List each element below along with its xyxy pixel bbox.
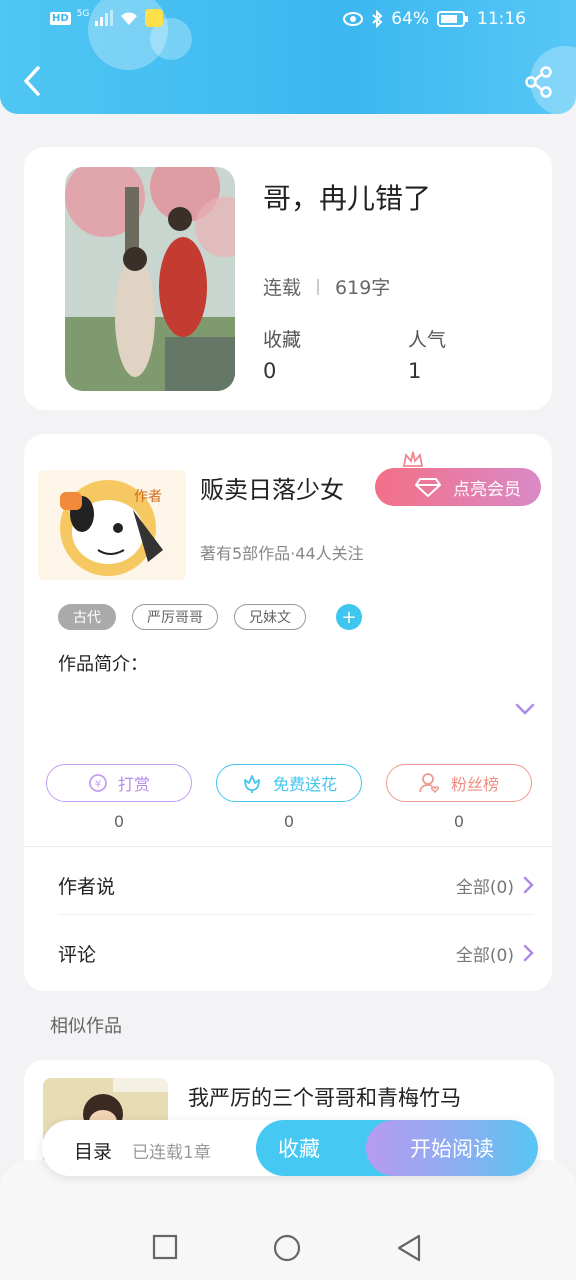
- back-button[interactable]: [18, 64, 46, 98]
- action-counts: 0 0 0: [46, 812, 532, 831]
- section-divider: [24, 846, 552, 847]
- start-reading-button[interactable]: 开始阅读: [366, 1120, 538, 1176]
- header: HD 5G 64% 11:16: [0, 0, 576, 114]
- reward-count: 0: [113, 812, 125, 831]
- tag-list: 古代 严厉哥哥 兄妹文 +: [58, 604, 362, 630]
- tag-item[interactable]: 严厉哥哥: [132, 604, 218, 630]
- chevron-down-icon[interactable]: [514, 702, 536, 716]
- share-button[interactable]: [524, 66, 554, 98]
- author-avatar-image: [38, 470, 186, 580]
- tag-item[interactable]: 古代: [58, 604, 116, 630]
- flower-count: 0: [283, 812, 295, 831]
- popularity-label: 人气: [408, 329, 447, 351]
- chapter-count: 已连载1章: [132, 1143, 211, 1163]
- author-name[interactable]: 贩卖日落少女: [200, 470, 344, 505]
- hd-indicator: HD: [50, 11, 71, 25]
- recent-apps-icon[interactable]: [152, 1234, 178, 1260]
- toc-button[interactable]: 目录: [74, 1137, 112, 1164]
- comments-title: 评论: [58, 943, 97, 966]
- author-stats: 著有5部作品·44人关注: [200, 544, 364, 563]
- reward-button[interactable]: ¥ 打赏: [46, 764, 192, 802]
- author-says-title: 作者说: [58, 875, 116, 898]
- author-badge: 作者: [134, 489, 162, 505]
- book-meta: 连载 619字: [263, 273, 390, 300]
- app-notification-icon: [145, 9, 164, 27]
- start-reading-label: 开始阅读: [410, 1137, 494, 1161]
- author-avatar[interactable]: 作者: [38, 470, 186, 580]
- book-info-card: 哥，冉儿错了 连载 619字 收藏 0 人气 1: [24, 147, 552, 410]
- meta-divider: [317, 278, 320, 295]
- battery-percent: 64%: [391, 9, 429, 29]
- action-row: ¥ 打赏 免费送花 粉丝榜: [46, 764, 532, 802]
- favorite-button-label: 收藏: [278, 1137, 320, 1161]
- reward-label: 打赏: [117, 775, 150, 794]
- add-tag-button[interactable]: +: [336, 604, 362, 630]
- clock: 11:16: [477, 9, 526, 29]
- user-heart-icon: [419, 773, 440, 794]
- share-icon: [525, 66, 552, 98]
- author-card: 作者 贩卖日落少女 著有5部作品·44人关注 点亮会员 古代 严厉哥哥 兄妹文 …: [24, 434, 552, 991]
- home-icon[interactable]: [273, 1234, 301, 1262]
- tag-item[interactable]: 兄妹文: [234, 604, 306, 630]
- fans-count: 0: [453, 812, 465, 831]
- author-says-count: 全部(0): [455, 877, 514, 898]
- book-cover-image[interactable]: [65, 167, 235, 391]
- svg-text:¥: ¥: [95, 779, 101, 790]
- diamond-icon: [415, 478, 441, 497]
- system-nav-bar: [0, 1160, 576, 1280]
- row-divider: [58, 914, 534, 915]
- wifi-icon: [121, 12, 138, 25]
- eye-icon: [343, 12, 364, 26]
- network-type: 5G: [76, 9, 90, 19]
- crown-icon: [402, 451, 424, 467]
- signal-icon: [95, 10, 114, 26]
- favorites-label: 收藏: [263, 329, 302, 351]
- send-flower-button[interactable]: 免费送花: [216, 764, 362, 802]
- chevron-left-icon: [24, 66, 40, 96]
- chevron-right-icon: [523, 876, 534, 894]
- bluetooth-icon: [372, 10, 383, 28]
- favorites-value: 0: [263, 359, 277, 383]
- word-count: 619字: [335, 277, 391, 299]
- popularity-value: 1: [408, 359, 422, 383]
- comments-count: 全部(0): [455, 945, 514, 966]
- vip-button-label: 点亮会员: [453, 479, 521, 500]
- chevron-right-icon: [523, 944, 534, 962]
- fans-ranking-label: 粉丝榜: [450, 775, 499, 794]
- battery-icon: [437, 11, 468, 27]
- serial-status: 连载: [263, 277, 302, 299]
- coin-icon: ¥: [89, 774, 107, 792]
- author-says-row[interactable]: 作者说 全部(0): [58, 860, 534, 910]
- cover-illustration: [65, 167, 235, 391]
- fans-ranking-button[interactable]: 粉丝榜: [386, 764, 532, 802]
- intro-label: 作品简介：: [58, 654, 148, 675]
- comments-row[interactable]: 评论 全部(0): [58, 928, 534, 978]
- book-title: 哥，冉儿错了: [263, 182, 432, 215]
- similar-work-title: 我严厉的三个哥哥和青梅竹马: [188, 1086, 461, 1110]
- vip-button[interactable]: 点亮会员: [375, 468, 541, 506]
- send-flower-label: 免费送花: [272, 775, 337, 794]
- back-nav-icon[interactable]: [396, 1234, 422, 1262]
- similar-works-heading: 相似作品: [50, 1016, 122, 1037]
- status-bar: HD 5G 64% 11:16: [0, 0, 576, 40]
- bottom-action-bar: 目录 已连载1章 收藏 开始阅读: [42, 1120, 538, 1176]
- flower-icon: [244, 775, 260, 793]
